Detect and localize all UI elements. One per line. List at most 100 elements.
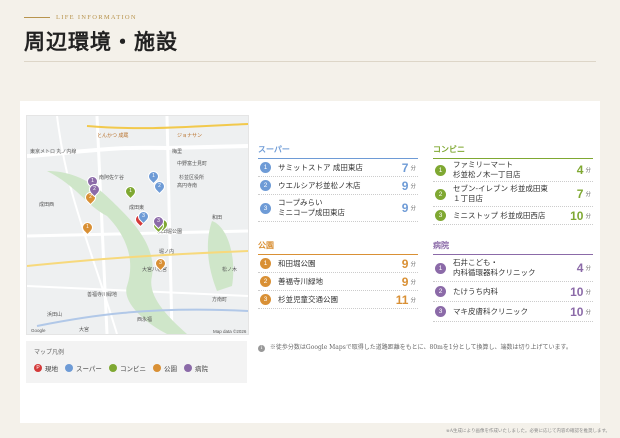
map-label: 西永福 <box>137 317 153 323</box>
map-label: ジョナサン <box>177 133 203 139</box>
map-pin-label: 1 <box>152 173 155 179</box>
map-label: 南阿佐ケ谷 <box>99 175 125 181</box>
map-label: 松ノ木 <box>222 267 238 273</box>
walk-minutes: 4 <box>576 261 584 275</box>
map-label: Map data ©2026 <box>213 329 247 334</box>
page-header: LIFE INFORMATION 周辺環境・施設 <box>24 14 178 56</box>
minutes-unit: 分 <box>410 279 416 286</box>
facility-row: 2 たけうち内科 10 分 <box>433 282 593 302</box>
minutes-unit: 分 <box>585 213 591 220</box>
facility-name: ファミリーマート 杉並松ノ木一丁目店 <box>453 160 521 179</box>
map-label: 堀ノ内 <box>159 249 175 255</box>
facility-number: 2 <box>260 276 271 287</box>
category-title: 病院 <box>433 240 593 255</box>
legend-marker <box>152 364 161 372</box>
footnote: i ※徒歩分数はGoogle Mapsで取得した道路距離をもとに、80mを1分と… <box>258 342 572 352</box>
legend-label: コンビニ <box>119 365 146 373</box>
facility-row: 3 マキ皮膚科クリニック 10 分 <box>433 302 593 322</box>
info-icon: i <box>258 345 265 352</box>
facility-name: ウエルシア杉並松ノ木店 <box>278 180 361 190</box>
walk-minutes: 4 <box>576 163 584 177</box>
minutes-unit: 分 <box>585 289 591 296</box>
facility-number: 3 <box>435 210 446 221</box>
map-label: 東京メトロ 丸ノ内線 <box>30 149 77 155</box>
map-label: 中野富士見町 <box>177 161 208 167</box>
map-label: 浜田山 <box>47 312 63 318</box>
map-pin-label: 3 <box>159 260 162 266</box>
legend-marker: P <box>34 364 42 372</box>
category-title: 公園 <box>258 240 418 255</box>
facility-name: セブン-イレブン 杉並成田東 １丁目店 <box>453 184 548 203</box>
content-panel: 東京メトロ 丸ノ内線 中野富士見町 梅里 杉並区役所 高円寺南 南阿佐ケ谷 成田西 成田東 和田… <box>20 101 600 423</box>
minutes-unit: 分 <box>585 168 591 174</box>
legend-item: P 現地 <box>34 363 58 373</box>
walk-minutes: 9 <box>401 256 409 271</box>
category-conbini: コンビニ 1 ファミリーマート 杉並松ノ木一丁目店 4 分 2 セブン-イレブン 杉並成田東… <box>433 144 593 225</box>
minutes-unit: 分 <box>410 183 416 190</box>
walk-minutes: 10 <box>570 284 584 299</box>
facility-row: 1 和田堀公園 9 分 <box>258 255 418 273</box>
minutes-unit: 分 <box>410 165 416 172</box>
map-label: とんかつ 成蔵 <box>97 133 129 139</box>
map-label: 梅里 <box>172 149 183 155</box>
legend-marker <box>65 364 73 372</box>
legend-item: スーパー <box>65 363 102 373</box>
legend-label: スーパー <box>76 365 102 373</box>
map-label: 杉並区役所 <box>179 175 205 181</box>
facility-name: コープみらい ミニコープ成田東店 <box>278 198 346 217</box>
minutes-unit: 分 <box>585 266 591 272</box>
facility-number: 3 <box>260 294 271 305</box>
facility-name: 石井こども・ 内科循環器科クリニック <box>453 258 536 277</box>
legend-label: 現地 <box>45 365 58 373</box>
map-label: 高円寺南 <box>177 183 198 189</box>
footnote-text: ※徒歩分数はGoogle Mapsで取得した道路距離をもとに、80mを1分として… <box>269 344 572 351</box>
facility-name: 杉並児童交通公園 <box>278 294 338 304</box>
minutes-unit: 分 <box>410 297 416 304</box>
legend-item: 病院 <box>183 363 208 373</box>
category-hospital: 病院 1 石井こども・ 内科循環器科クリニック 4 分 2 たけうち内科 10 分 3 マキ皮膚科ク… <box>433 240 593 322</box>
legend-label: 公園 <box>163 365 177 373</box>
legend-item: コンビニ <box>108 363 146 373</box>
minutes-unit: 分 <box>585 192 591 198</box>
eyebrow-text: LIFE INFORMATION <box>56 14 137 21</box>
header-divider <box>24 61 596 62</box>
category-title: スーパー <box>258 144 418 159</box>
facility-number: 2 <box>435 286 446 297</box>
walk-minutes: 7 <box>401 160 409 175</box>
minutes-unit: 分 <box>410 206 416 212</box>
facility-number: 3 <box>435 306 446 317</box>
map-legend: マップ凡例 P 現地 スーパー コンビニ 公園 病院 <box>26 341 247 383</box>
legend-title: マップ凡例 <box>34 349 65 356</box>
map-pin-label: 3 <box>142 213 145 219</box>
map-pin-label: 1 <box>86 224 89 230</box>
facility-number: 1 <box>260 258 271 269</box>
eyebrow: LIFE INFORMATION <box>24 14 178 21</box>
walk-minutes: 9 <box>401 274 409 289</box>
facility-number: 3 <box>260 202 271 214</box>
map-label: 方南町 <box>212 297 228 303</box>
legend-label: 病院 <box>194 365 208 373</box>
map-label: Google <box>31 328 46 333</box>
facility-name: サミットストア 成田東店 <box>278 162 363 172</box>
map-pin-label: 1 <box>129 188 132 194</box>
legend-items: P 現地 スーパー コンビニ 公園 病院 <box>34 363 208 373</box>
facility-row: 1 石井こども・ 内科循環器科クリニック 4 分 <box>433 255 593 282</box>
facility-number: 1 <box>435 164 446 176</box>
area-map[interactable]: 東京メトロ 丸ノ内線 中野富士見町 梅里 杉並区役所 高円寺南 南阿佐ケ谷 成田西 成田東 和田… <box>26 115 249 335</box>
facility-row: 2 善福寺川緑地 9 分 <box>258 273 418 291</box>
category-park: 公園 1 和田堀公園 9 分 2 善福寺川緑地 9 分 3 杉並児童交通公園 11 分 <box>258 240 418 309</box>
facility-number: 2 <box>435 188 446 200</box>
walk-minutes: 9 <box>401 178 409 193</box>
walk-minutes: 7 <box>576 187 584 201</box>
facility-row: 3 コープみらい ミニコープ成田東店 9 分 <box>258 195 418 222</box>
map-pin-label: 2 <box>158 183 161 189</box>
facility-name: マキ皮膚科クリニック <box>453 306 528 316</box>
eyebrow-line <box>24 17 50 18</box>
map-label: 大宮 <box>79 327 90 333</box>
facility-row: 1 サミットストア 成田東店 7 分 <box>258 159 418 177</box>
facility-number: 2 <box>260 180 271 191</box>
category-title: コンビニ <box>433 144 593 159</box>
legend-item: 公園 <box>152 363 177 373</box>
facility-name: ミニストップ 杉並成田西店 <box>453 210 546 220</box>
minutes-unit: 分 <box>410 261 416 268</box>
